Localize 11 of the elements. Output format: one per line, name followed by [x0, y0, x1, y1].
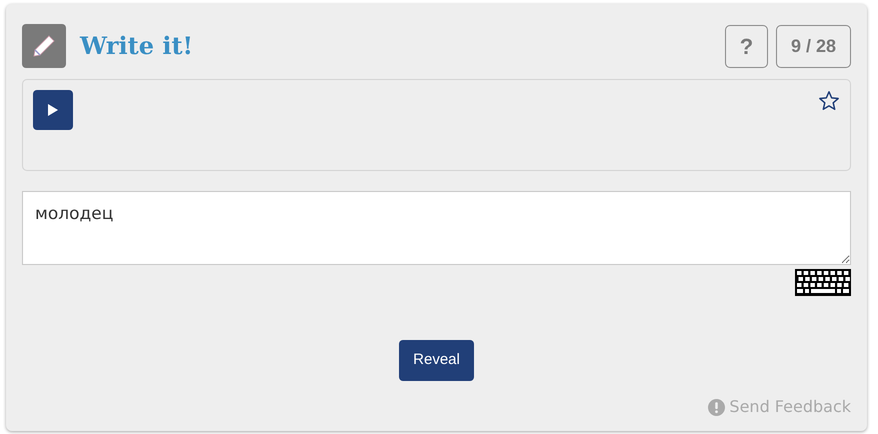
progress-counter: 9 / 28	[776, 24, 851, 68]
star-icon[interactable]	[818, 90, 840, 112]
answer-field[interactable]: молодец	[22, 191, 851, 265]
keyboard-icon[interactable]	[795, 269, 851, 296]
play-button[interactable]	[33, 90, 73, 130]
help-button[interactable]: ?	[724, 24, 768, 68]
pencil-icon	[22, 24, 66, 68]
reveal-button[interactable]: Reveal	[399, 340, 474, 381]
play-icon	[47, 103, 59, 117]
alert-icon	[708, 398, 726, 416]
exercise-title: Write it!	[80, 30, 194, 62]
